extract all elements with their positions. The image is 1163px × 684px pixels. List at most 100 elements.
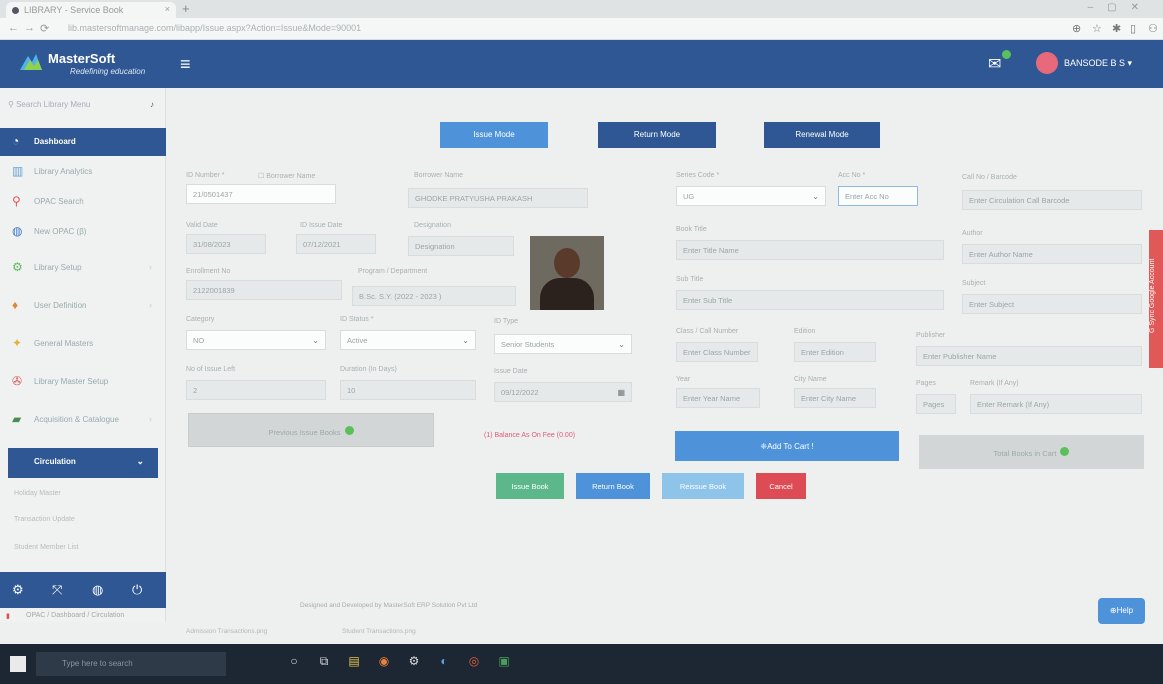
task-view-icon[interactable]: ⧉: [316, 654, 332, 672]
taskbar-search-input[interactable]: Type here to search: [36, 652, 226, 676]
return-mode-button[interactable]: Return Mode: [598, 122, 716, 148]
expand-icon[interactable]: ⤧: [52, 582, 62, 598]
windows-taskbar: Type here to search ○ ⧉ ▤ ◉ ⚙ ◐ ◎ ▣: [0, 644, 1163, 684]
calendar-icon[interactable]: ▦: [617, 388, 625, 397]
close-tab-icon[interactable]: ×: [165, 4, 170, 14]
file-explorer-icon[interactable]: ▤: [346, 654, 362, 672]
sidebar-item-dashboard[interactable]: ◔ Dashboard: [0, 128, 166, 156]
previous-issue-books-button[interactable]: Previous Issue Books: [188, 413, 434, 447]
count-badge: [344, 426, 354, 435]
window-controls[interactable]: –▢✕: [1088, 2, 1153, 13]
id-status-select[interactable]: Active ⌄: [340, 330, 476, 350]
edition-input[interactable]: Enter Edition: [794, 342, 876, 362]
sidebar-item-user-definition[interactable]: ♦ User Definition ›: [0, 292, 166, 320]
extension-icon[interactable]: ✱: [1112, 22, 1121, 35]
year-label: Year: [676, 376, 691, 383]
sidebar-item-opac-search[interactable]: ⚲ OPAC Search: [0, 188, 166, 216]
sidebar-subitem-member-list[interactable]: Student Member List: [14, 544, 79, 551]
return-book-button[interactable]: Return Book: [576, 473, 650, 499]
sidebar-search-input[interactable]: ⚲ Search Library Menu ♪: [8, 100, 158, 116]
sidebar-item-acquisition[interactable]: ▰ Acquisition & Catalogue ›: [0, 406, 166, 434]
renewal-mode-button[interactable]: Renewal Mode: [764, 122, 880, 148]
issue-book-button[interactable]: Issue Book: [496, 473, 564, 499]
sub-title-input[interactable]: Enter Sub Title: [676, 290, 944, 310]
globe-icon: ◍: [12, 224, 23, 238]
sidebar-item-label: Library Master Setup: [34, 377, 109, 386]
sidebar-item-label: Dashboard: [34, 137, 76, 146]
chat-icon[interactable]: ✉: [988, 54, 1001, 74]
avatar[interactable]: [1036, 52, 1058, 74]
class-no-input[interactable]: Enter Class Number: [676, 342, 758, 362]
pages-input[interactable]: Pages: [916, 394, 956, 414]
sidebar-item-opac[interactable]: ▮ OPAC / Dashboard / Circulation: [0, 610, 166, 628]
download-item[interactable]: Admission Transactions.png: [186, 628, 267, 635]
sidebar-subitem-holiday[interactable]: Holiday Master: [14, 490, 61, 497]
sidebar-item-analytics[interactable]: ▥ Library Analytics: [0, 158, 166, 186]
year-input[interactable]: Enter Year Name: [676, 388, 760, 408]
browser-tab[interactable]: LIBRARY - Service Book ×: [6, 2, 176, 18]
publisher-input[interactable]: Enter Publisher Name: [916, 346, 1142, 366]
add-to-cart-button[interactable]: ❈Add To Cart !: [675, 431, 899, 461]
cancel-button[interactable]: Cancel: [756, 473, 806, 499]
acc-no-input[interactable]: Enter Acc No: [838, 186, 918, 206]
reissue-book-button[interactable]: Reissue Book: [662, 473, 744, 499]
series-code-select[interactable]: UG ⌄: [676, 186, 826, 206]
globe-icon[interactable]: ◍: [92, 582, 103, 598]
duration-field[interactable]: 10: [340, 380, 476, 400]
top-bar: ≡ ✉ BANSODE B S ▾: [166, 40, 1163, 88]
zoom-icon[interactable]: ⊕: [1072, 22, 1081, 35]
power-icon[interactable]: ⏻: [132, 582, 142, 598]
category-select[interactable]: NO ⌄: [186, 330, 326, 350]
sidebar-item-library-master-setup[interactable]: ✇ Library Master Setup: [0, 368, 166, 396]
author-input[interactable]: Enter Author Name: [962, 244, 1142, 264]
sidebar-item-new-opac[interactable]: ◍ New OPAC (β): [0, 218, 166, 246]
id-number-label: ID Number *: [186, 172, 225, 179]
microphone-icon[interactable]: ♪: [150, 100, 154, 109]
sidebar-item-circulation[interactable]: Circulation ⌄: [8, 448, 158, 478]
id-type-value: Senior Students: [501, 340, 555, 349]
gear-icon: ⚙: [12, 260, 23, 274]
remark-input[interactable]: Enter Remark (If Any): [970, 394, 1142, 414]
id-type-select[interactable]: Senior Students ⌄: [494, 334, 632, 354]
settings-icon[interactable]: ⚙: [406, 654, 422, 672]
edge-icon[interactable]: ◐: [436, 654, 452, 672]
back-icon[interactable]: ←: [8, 22, 19, 34]
new-tab-button[interactable]: +: [182, 1, 190, 16]
cortana-icon[interactable]: ○: [286, 654, 302, 672]
issue-mode-button[interactable]: Issue Mode: [440, 122, 548, 148]
edition-label: Edition: [794, 328, 816, 335]
star-icon[interactable]: ☆: [1092, 22, 1102, 35]
balance-fee-text: (1) Balance As On Fee (0.00): [484, 432, 576, 439]
address-bar[interactable]: lib.mastersoftmanage.com/libapp/Issue.as…: [60, 21, 920, 37]
profile-icon[interactable]: ⚇: [1148, 22, 1158, 35]
sidebar-subitem-transaction[interactable]: Transaction Update: [14, 516, 75, 523]
reload-icon[interactable]: ⟳: [40, 22, 49, 35]
book-title-input[interactable]: Enter Title Name: [676, 240, 944, 260]
firefox-icon[interactable]: ◉: [376, 654, 392, 672]
sidebar-item-library-setup[interactable]: ⚙ Library Setup ›: [0, 254, 166, 282]
sync-google-account-tab[interactable]: G Sync Google Account: [1149, 230, 1163, 368]
hamburger-menu-icon[interactable]: ≡: [180, 54, 191, 75]
city-input[interactable]: Enter City Name: [794, 388, 876, 408]
subject-input[interactable]: Enter Subject: [962, 294, 1142, 314]
sidebar-item-general-masters[interactable]: ✦ General Masters: [0, 330, 166, 358]
app-icon[interactable]: ▣: [496, 654, 512, 672]
total-books-in-cart-button[interactable]: Total Books in Cart: [919, 435, 1144, 469]
search-icon: ⚲: [12, 194, 21, 208]
borrower-name-checkbox[interactable]: ☐ Borrower Name: [258, 172, 315, 180]
download-item[interactable]: Student Transactions.png: [342, 628, 416, 635]
windows-start-icon[interactable]: [10, 656, 26, 672]
forward-icon[interactable]: →: [24, 22, 35, 34]
chrome-icon[interactable]: ◎: [466, 654, 482, 672]
book-icon: ▰: [12, 412, 22, 426]
call-no-input[interactable]: Enter Circulation Call Barcode: [962, 190, 1142, 210]
count-badge: [1060, 447, 1070, 456]
help-button[interactable]: ⊕Help: [1098, 598, 1145, 624]
user-menu[interactable]: BANSODE B S ▾: [1064, 58, 1132, 69]
settings-icon[interactable]: ⚙: [12, 582, 24, 598]
sidebar-toggle-icon[interactable]: ▯: [1130, 22, 1136, 35]
search-icon: ⚲: [8, 100, 17, 109]
id-number-input[interactable]: 21/0501437: [186, 184, 336, 204]
issue-date-input[interactable]: 09/12/2022 ▦: [494, 382, 632, 402]
books-left-label: No of Issue Left: [186, 366, 236, 373]
